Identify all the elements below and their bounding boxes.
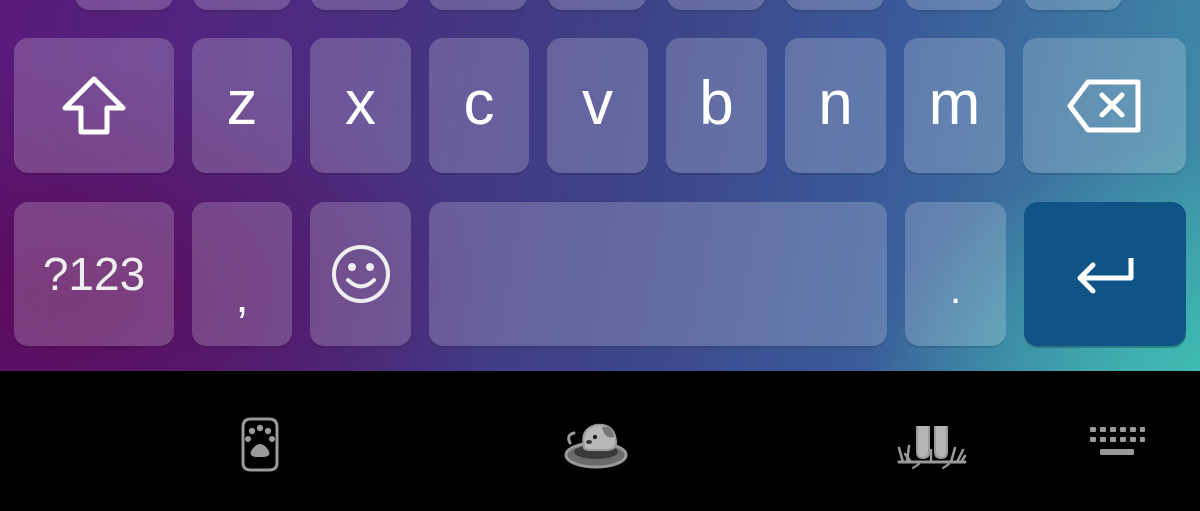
- keyboard-switch-button[interactable]: [1086, 423, 1148, 463]
- space-bar[interactable]: [429, 202, 887, 346]
- key-top-row-5[interactable]: [548, 0, 646, 10]
- key-v[interactable]: v: [547, 38, 648, 173]
- key-top-row-6[interactable]: [667, 0, 765, 10]
- keyboard-icon: [1090, 427, 1145, 455]
- key-n[interactable]: n: [785, 38, 886, 173]
- key-m-label: m: [928, 69, 981, 138]
- navigation-bar: [0, 371, 1200, 511]
- comma-key-label: ,: [235, 270, 249, 322]
- key-top-row-9[interactable]: [1024, 0, 1122, 10]
- key-top-row-7[interactable]: [786, 0, 884, 10]
- symbols-key[interactable]: ?123: [14, 202, 174, 346]
- keyboard: z x c v b n m ?123 , .: [0, 0, 1200, 371]
- comma-key[interactable]: ,: [192, 202, 292, 346]
- backspace-icon: [1067, 79, 1140, 132]
- paw-button[interactable]: [228, 411, 292, 477]
- key-c-label: c: [463, 69, 495, 138]
- key-n-label: n: [818, 69, 853, 138]
- smiley-face-icon: [331, 245, 390, 303]
- paws-in-grass-icon: [897, 426, 967, 469]
- enter-return-icon: [1077, 258, 1134, 294]
- key-top-row-8[interactable]: [905, 0, 1003, 10]
- key-v-label: v: [582, 69, 613, 138]
- enter-key[interactable]: [1024, 202, 1186, 346]
- key-z-label: z: [226, 69, 258, 138]
- key-c[interactable]: c: [429, 38, 529, 173]
- key-top-row-2[interactable]: [193, 0, 291, 10]
- key-top-row-3[interactable]: [311, 0, 409, 10]
- symbols-key-label: ?123: [42, 248, 146, 300]
- puppy-bed-button[interactable]: [560, 415, 634, 473]
- shift-arrow-icon: [62, 76, 126, 134]
- period-key[interactable]: .: [905, 202, 1006, 346]
- period-key-label: .: [949, 267, 962, 312]
- key-z[interactable]: z: [192, 38, 292, 173]
- paw-print-icon: [241, 417, 279, 472]
- shift-key[interactable]: [14, 38, 174, 173]
- screen: z x c v b n m ?123 , .: [0, 0, 1200, 511]
- key-m[interactable]: m: [904, 38, 1005, 173]
- key-b-label: b: [699, 69, 734, 138]
- key-b[interactable]: b: [666, 38, 767, 173]
- key-x[interactable]: x: [310, 38, 411, 173]
- grass-paws-button[interactable]: [894, 417, 970, 471]
- key-top-row-1[interactable]: [75, 0, 173, 10]
- emoji-key[interactable]: [310, 202, 411, 346]
- puppy-in-bed-icon: [564, 423, 628, 469]
- key-top-row-4[interactable]: [429, 0, 527, 10]
- backspace-key[interactable]: [1023, 38, 1186, 173]
- key-x-label: x: [345, 69, 376, 138]
